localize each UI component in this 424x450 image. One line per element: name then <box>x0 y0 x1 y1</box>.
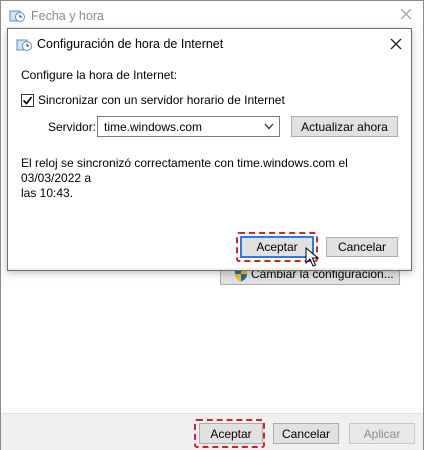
mouse-pointer-icon <box>305 247 319 267</box>
server-label: Servidor: <box>48 120 97 134</box>
outer-titlebar: Fecha y hora <box>1 1 423 31</box>
sync-status-text: El reloj se sincronizó correctamente con… <box>21 156 401 201</box>
ok-highlight <box>194 419 265 448</box>
update-now-button[interactable]: Actualizar ahora <box>291 116 398 137</box>
config-heading: Configure la hora de Internet: <box>21 68 178 82</box>
sync-checkbox[interactable] <box>21 94 34 107</box>
sync-status-line-2: las 10:43. <box>21 186 74 200</box>
close-icon[interactable] <box>399 7 413 21</box>
outer-window-title: Fecha y hora <box>31 9 104 23</box>
server-select-value: time.windows.com <box>104 120 203 134</box>
dialog-title: Configuración de hora de Internet <box>37 37 224 51</box>
clock-calendar-icon <box>9 10 25 22</box>
chevron-down-icon <box>264 123 274 130</box>
dialog-cancel-button[interactable]: Cancelar <box>326 237 398 257</box>
dialog-titlebar: Configuración de hora de Internet <box>8 29 411 60</box>
cancel-button[interactable]: Cancelar <box>273 423 339 444</box>
outer-footer: Aceptar Cancelar Aplicar <box>1 413 423 450</box>
apply-button[interactable]: Aplicar <box>349 423 415 444</box>
close-icon[interactable] <box>390 38 402 50</box>
checkmark-icon <box>22 96 33 105</box>
clock-calendar-icon <box>16 39 32 51</box>
sync-checkbox-label[interactable]: Sincronizar con un servidor horario de I… <box>38 93 285 107</box>
internet-time-dialog: Configuración de hora de Internet Config… <box>7 28 412 271</box>
server-select[interactable]: time.windows.com <box>97 116 280 137</box>
sync-status-line-1: El reloj se sincronizó correctamente con… <box>21 156 348 185</box>
